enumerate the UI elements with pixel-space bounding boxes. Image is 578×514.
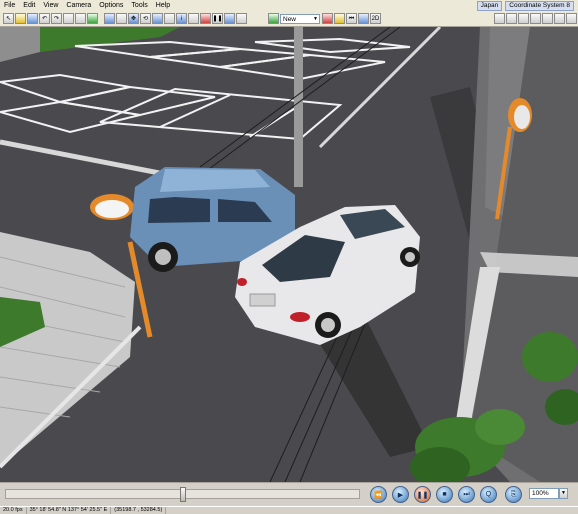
menu-file[interactable]: File: [0, 0, 19, 11]
scene-view-icon[interactable]: [268, 13, 279, 24]
measure-icon[interactable]: [188, 13, 199, 24]
marker-icon[interactable]: [334, 13, 345, 24]
menu-bar: File Edit View Camera Options Tools Help…: [0, 0, 578, 11]
stop-button[interactable]: ■: [436, 486, 453, 503]
utility-pole: [294, 27, 303, 187]
undo-icon[interactable]: ↶: [39, 13, 50, 24]
open-folder-icon[interactable]: [15, 13, 26, 24]
pause-icon[interactable]: ❚❚: [212, 13, 223, 24]
timeline-slider[interactable]: [5, 487, 360, 502]
lamp-icon[interactable]: [542, 13, 553, 24]
redo-icon[interactable]: ↷: [51, 13, 62, 24]
building-icon[interactable]: [554, 13, 565, 24]
record-icon[interactable]: [322, 13, 333, 24]
zoom-dropdown-icon[interactable]: ▼: [559, 488, 568, 499]
search-button[interactable]: Q: [480, 486, 497, 503]
3d-viewport[interactable]: [0, 27, 578, 482]
zoom-window-icon[interactable]: [116, 13, 127, 24]
view-select[interactable]: New ▼: [280, 13, 320, 24]
sign-icon[interactable]: [566, 13, 577, 24]
step-back-icon[interactable]: ⏮: [346, 13, 357, 24]
scale-icon[interactable]: [152, 13, 163, 24]
mirror-left-glass: [95, 200, 129, 218]
menu-right-group: Japan Coordinate System 8: [476, 0, 578, 11]
align-icon[interactable]: [164, 13, 175, 24]
menu-view[interactable]: View: [39, 0, 62, 11]
select-arrow-icon[interactable]: ↖: [3, 13, 14, 24]
tree-icon[interactable]: [530, 13, 541, 24]
rotate-icon[interactable]: ⟲: [140, 13, 151, 24]
export-button[interactable]: ⎘: [505, 486, 522, 503]
window-b-icon[interactable]: [506, 13, 517, 24]
info-icon[interactable]: i: [176, 13, 187, 24]
menu-camera[interactable]: Camera: [62, 0, 95, 11]
person-icon[interactable]: [518, 13, 529, 24]
mirror-right-glass: [514, 105, 530, 129]
rewind-button[interactable]: ⏪: [370, 486, 387, 503]
step-forward-button[interactable]: ⏭: [458, 486, 475, 503]
settings-icon[interactable]: [236, 13, 247, 24]
pause-button[interactable]: ❚❚: [414, 486, 431, 503]
coordinate-system-badge[interactable]: Coordinate System 8: [505, 0, 574, 11]
region-badge[interactable]: Japan: [476, 0, 503, 11]
window-a-icon[interactable]: [494, 13, 505, 24]
menu-edit[interactable]: Edit: [19, 0, 39, 11]
view-2d-button[interactable]: 2D: [370, 13, 381, 24]
camera-icon[interactable]: [75, 13, 86, 24]
menu-help[interactable]: Help: [152, 0, 174, 11]
vehicle-icon[interactable]: [63, 13, 74, 24]
move-icon[interactable]: ✥: [128, 13, 139, 24]
play-button[interactable]: ▶: [392, 486, 409, 503]
menu-options[interactable]: Options: [95, 0, 127, 11]
main-toolbar: ↖ ↶ ↷ ✥ ⟲ i ❚❚ New ▼ ⏮ 2D: [0, 11, 578, 27]
pan-icon[interactable]: [104, 13, 115, 24]
playback-bar: ⏪ ▶ ❚❚ ■ ⏭ Q ⎘ 100% ▼: [0, 482, 578, 507]
zoom-field[interactable]: 100%: [529, 488, 559, 499]
save-icon[interactable]: [27, 13, 38, 24]
stop-sign-icon[interactable]: [200, 13, 211, 24]
add-object-icon[interactable]: [87, 13, 98, 24]
map-icon[interactable]: [224, 13, 235, 24]
menu-tools[interactable]: Tools: [127, 0, 151, 11]
timeline-slider-thumb[interactable]: [180, 487, 186, 502]
grid-icon[interactable]: [358, 13, 369, 24]
